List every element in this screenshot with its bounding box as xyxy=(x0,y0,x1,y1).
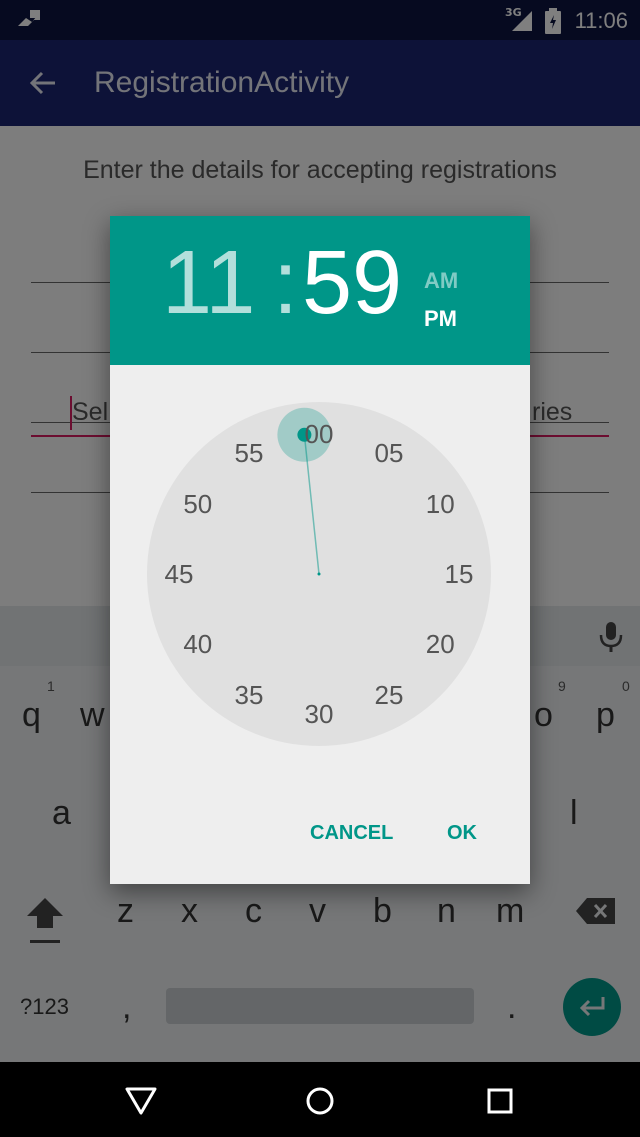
square-recents-icon[interactable] xyxy=(486,1087,514,1115)
time-picker-dialog: 11 : 59 AM PM 00 05 10 15 20 25 30 35 40 45 50 55 C… xyxy=(110,216,530,884)
dial-label-35[interactable]: 35 xyxy=(235,680,264,710)
minute-display[interactable]: 59 xyxy=(302,238,402,328)
dial-label-20[interactable]: 20 xyxy=(426,629,455,659)
dial-label-45[interactable]: 45 xyxy=(165,559,194,589)
ok-button[interactable]: OK xyxy=(447,822,477,845)
dial-label-55[interactable]: 55 xyxy=(235,438,264,468)
cancel-button[interactable]: CANCEL xyxy=(310,822,393,845)
navigation-bar xyxy=(0,1062,640,1137)
am-toggle[interactable]: AM xyxy=(424,268,458,294)
triangle-back-icon[interactable] xyxy=(124,1086,158,1116)
dial-label-30[interactable]: 30 xyxy=(305,699,334,729)
dial-label-40[interactable]: 40 xyxy=(183,629,212,659)
minute-dial[interactable]: 00 05 10 15 20 25 30 35 40 45 50 55 xyxy=(147,402,491,746)
dial-label-05[interactable]: 05 xyxy=(375,438,404,468)
time-picker-header: 11 : 59 AM PM xyxy=(110,216,530,365)
dial-label-50[interactable]: 50 xyxy=(183,489,212,519)
dial-center xyxy=(317,572,321,576)
pm-toggle[interactable]: PM xyxy=(424,306,457,332)
dial-label-15[interactable]: 15 xyxy=(445,559,474,589)
dial-label-25[interactable]: 25 xyxy=(375,680,404,710)
dial-label-10[interactable]: 10 xyxy=(426,489,455,519)
hour-display[interactable]: 11 xyxy=(162,238,255,328)
circle-home-icon[interactable] xyxy=(305,1086,335,1116)
time-separator: : xyxy=(273,233,299,333)
dial-label-00[interactable]: 00 xyxy=(305,419,334,449)
